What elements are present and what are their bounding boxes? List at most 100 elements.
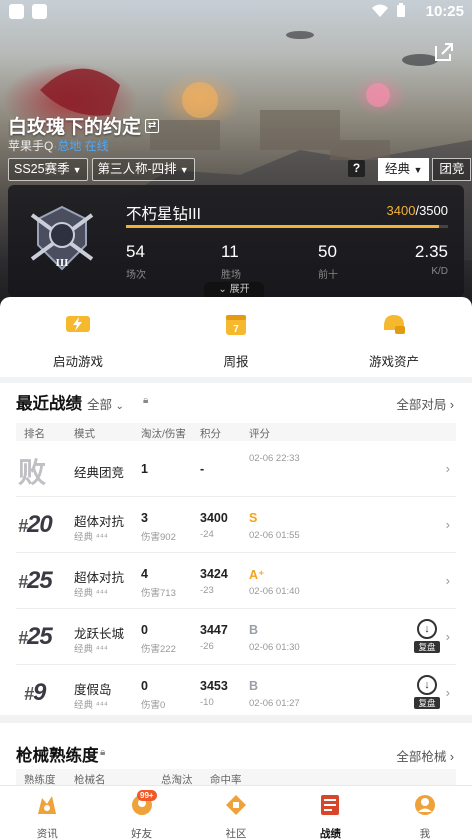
- perspective-dropdown[interactable]: 第三人称-四排 ▼: [91, 158, 195, 181]
- match-kills: 0: [141, 623, 148, 637]
- help-button[interactable]: ?: [348, 160, 365, 177]
- chevron-right-icon: ›: [445, 517, 450, 532]
- match-points: 3424: [200, 567, 228, 581]
- all-matches-label: 全部对局: [396, 398, 447, 412]
- community-icon: [226, 795, 247, 815]
- match-rank: #25: [18, 623, 53, 651]
- chevron-right-icon: ›: [449, 750, 454, 764]
- recent-filter-dropdown[interactable]: 全部 ⌄: [87, 394, 124, 413]
- download-icon: ↓: [417, 675, 437, 695]
- mode-team-tab[interactable]: 团竞: [432, 158, 472, 181]
- match-row[interactable]: 败 经典团竞 1 - 02-06 22:33 ›: [16, 441, 456, 497]
- helmet-icon: [384, 315, 405, 334]
- recent-filter-label: 全部: [87, 398, 113, 412]
- match-rank-number: 25: [27, 623, 53, 650]
- match-time: 02-06 22:33: [249, 453, 300, 464]
- player-name-text: 白玫瑰下的约定: [8, 117, 142, 138]
- column-header: 模式: [74, 428, 95, 440]
- match-row[interactable]: #9 度假岛 经典 ⁴⁴⁴ 0 伤害0 3453 -10 B 02-06 01:…: [16, 665, 456, 721]
- game-assets-button[interactable]: 游戏资产: [344, 312, 444, 370]
- expand-button[interactable]: ⌄ 展开: [204, 282, 264, 297]
- app-notification-icon: [32, 4, 47, 19]
- match-row[interactable]: #20 超体对抗 经典 ⁴⁴⁴ 3 伤害902 3400 -24 S 02-06…: [16, 497, 456, 553]
- recent-title: 最近战绩: [16, 395, 82, 413]
- stat-matches: 54 场次: [126, 242, 146, 281]
- status-bar: 10:25: [0, 0, 472, 24]
- match-points-delta: -23: [200, 585, 214, 596]
- match-mode: 超体对抗: [74, 571, 125, 585]
- match-row[interactable]: #25 龙跃长城 经典 ⁴⁴⁴ 0 伤害222 3447 -26 B 02-06…: [16, 609, 456, 665]
- svg-text:III: III: [56, 257, 69, 269]
- match-time: 02-06 01:30: [249, 642, 300, 653]
- match-kills: 3: [141, 511, 148, 525]
- chevron-down-icon: ▼: [72, 165, 82, 175]
- swap-account-icon[interactable]: ⇄: [145, 118, 160, 133]
- record-icon: [321, 795, 340, 815]
- rank-emblem-icon: III: [30, 205, 94, 271]
- nav-label: 资讯: [36, 828, 58, 839]
- start-game-button[interactable]: 启动游戏: [28, 312, 128, 370]
- chevron-right-icon: ›: [445, 573, 450, 588]
- nav-label: 战绩: [319, 828, 341, 839]
- match-points: -: [200, 462, 205, 476]
- match-kills: 4: [141, 567, 148, 581]
- stat-label: 胜场: [221, 270, 241, 281]
- account-region-link[interactable]: ·总地 在线: [53, 139, 108, 153]
- chevron-right-icon: ›: [449, 398, 454, 412]
- wifi-icon: [372, 3, 405, 17]
- match-kills: 0: [141, 679, 148, 693]
- stat-value: 11: [221, 242, 239, 261]
- season-dropdown[interactable]: SS25赛季 ▼: [8, 158, 88, 181]
- hero-banner: 10:25 白玫瑰下的约定 ⇄ 苹果手Q·总地 在线 SS25赛季 ▼ 第三人称-…: [0, 0, 472, 310]
- match-grade: S: [249, 511, 258, 525]
- rank-score-total: /3500: [415, 203, 448, 218]
- chevron-down-icon: ⌄: [218, 284, 227, 295]
- lock-icon: 🔒︎: [143, 395, 149, 406]
- match-rank-number: 9: [33, 679, 46, 706]
- match-mode: 经典团竞: [74, 466, 125, 480]
- rank-hash: #: [18, 572, 28, 592]
- screen: 10:25 白玫瑰下的约定 ⇄ 苹果手Q·总地 在线 SS25赛季 ▼ 第三人称-…: [0, 0, 472, 839]
- replay-button[interactable]: ↓ 复盘: [414, 675, 440, 709]
- stat-kd: 2.35 K/D: [415, 242, 448, 277]
- stat-label: K/D: [431, 266, 448, 277]
- player-name[interactable]: 白玫瑰下的约定 ⇄: [8, 112, 160, 139]
- all-matches-link[interactable]: 全部对局 ›: [396, 394, 454, 413]
- news-icon: [38, 796, 57, 814]
- match-rank-number: 25: [27, 567, 53, 594]
- bottom-nav: 资讯 好友 社区 战绩 我 99+: [0, 785, 472, 839]
- lock-icon: 🔒︎: [100, 747, 106, 758]
- weekly-report-button[interactable]: 7 周报: [186, 312, 286, 370]
- nav-community[interactable]: 社区: [189, 786, 283, 839]
- mode-classic-label: 经典: [385, 162, 411, 176]
- filter-row: SS25赛季 ▼ 第三人称-四排 ▼: [8, 158, 195, 181]
- all-guns-link[interactable]: 全部枪械 ›: [396, 746, 454, 765]
- column-header: 排名: [24, 428, 45, 440]
- rank-hash: #: [24, 684, 34, 704]
- share-icon[interactable]: [432, 40, 456, 64]
- rank-name: 不朽星钻III: [126, 206, 201, 223]
- match-points-delta: -26: [200, 641, 214, 652]
- quick-actions: 启动游戏 7 周报 游戏资产: [0, 297, 472, 377]
- replay-button[interactable]: ↓ 复盘: [414, 619, 440, 653]
- nav-news[interactable]: 资讯: [0, 786, 94, 839]
- match-time: 02-06 01:55: [249, 530, 300, 541]
- match-damage: 伤害902: [141, 532, 176, 543]
- match-mode: 龙跃长城: [74, 627, 125, 641]
- recent-matches-section: 最近战绩 全部 ⌄ 🔒︎ 全部对局 › 排名 模式 淘汰/伤害 积分 评分 败 …: [0, 377, 472, 715]
- match-row[interactable]: #25 超体对抗 经典 ⁴⁴⁴ 4 伤害713 3424 -23 A⁺ 02-0…: [16, 553, 456, 609]
- mode-classic-tab[interactable]: 经典 ▼: [378, 158, 430, 181]
- nav-record[interactable]: 战绩: [283, 786, 377, 839]
- match-damage: 伤害713: [141, 588, 176, 599]
- nav-label: 好友: [131, 828, 153, 839]
- quick-action-label: 游戏资产: [368, 355, 419, 369]
- match-submode: 经典 ⁴⁴⁴: [74, 644, 108, 655]
- mode-switch: 经典 ▼ 团竞: [378, 158, 472, 181]
- wifi-battery-icons: [370, 3, 410, 23]
- match-points-delta: -24: [200, 529, 214, 540]
- stat-label: 前十: [318, 270, 338, 281]
- nav-me[interactable]: 我: [378, 786, 472, 839]
- gun-proficiency-section: 枪械熟练度 🔒︎ 全部枪械 › 熟练度 枪械名 总淘汰 命中率: [0, 715, 472, 787]
- match-points: 3453: [200, 679, 228, 693]
- svg-text:7: 7: [233, 324, 239, 335]
